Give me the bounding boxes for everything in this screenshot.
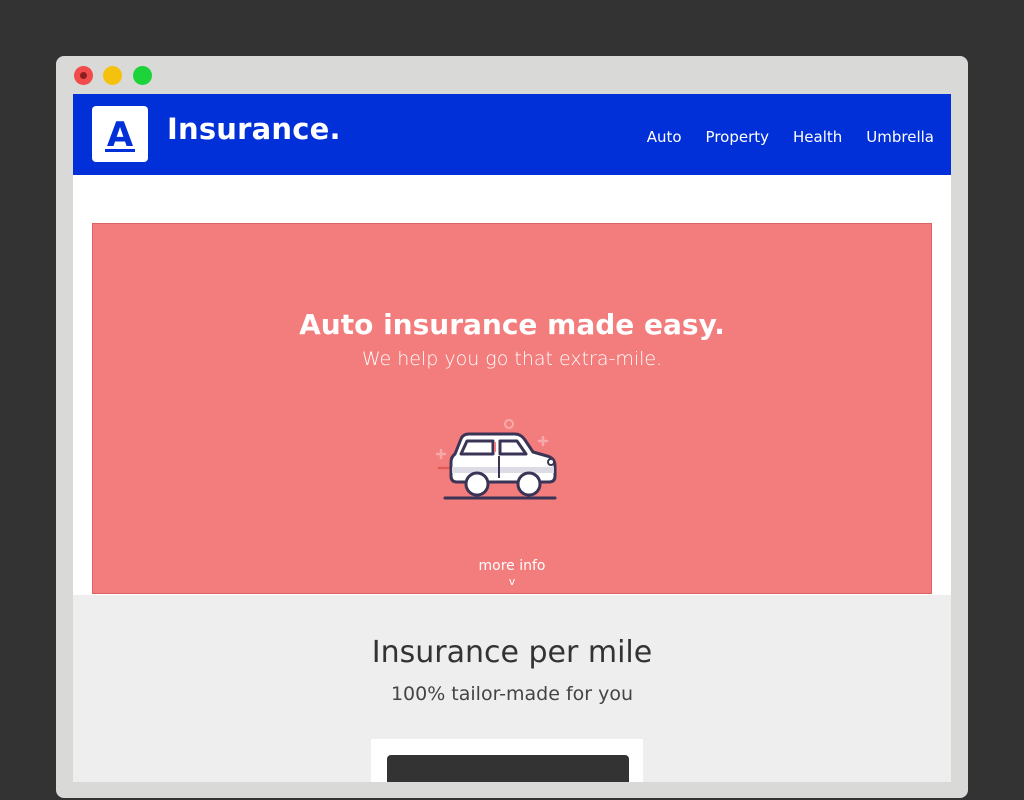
hero-subtitle: We help you go that extra-mile.	[361, 348, 663, 370]
logo[interactable]: A	[92, 106, 148, 162]
minimize-window-button[interactable]	[103, 66, 122, 85]
nav-item-auto[interactable]: Auto	[647, 128, 682, 146]
hero-title: Auto insurance made easy.	[299, 308, 725, 341]
calculator-panel[interactable]	[387, 755, 629, 782]
site-header: A Insurance. Auto Property Health Umbrel…	[73, 94, 951, 175]
page-viewport: A Insurance. Auto Property Health Umbrel…	[73, 94, 951, 782]
logo-underline	[105, 149, 135, 152]
nav-item-property[interactable]: Property	[706, 128, 769, 146]
more-info-link[interactable]: more info	[93, 558, 931, 574]
car-icon	[435, 419, 557, 500]
hero-frame: Auto insurance made easy. We help you go…	[73, 175, 951, 596]
nav-item-health[interactable]: Health	[793, 128, 842, 146]
logo-letter: A	[106, 115, 134, 155]
section-subtitle: 100% tailor-made for you	[390, 683, 634, 705]
calculator-card	[371, 739, 643, 782]
close-window-button[interactable]	[74, 66, 93, 85]
browser-window: A Insurance. Auto Property Health Umbrel…	[56, 56, 968, 798]
section-title: Insurance per mile	[371, 635, 653, 670]
per-mile-section: Insurance per mile 100% tailor-made for …	[73, 595, 951, 782]
hero-banner: Auto insurance made easy. We help you go…	[92, 223, 932, 594]
chevron-down-icon[interactable]: v	[93, 575, 931, 588]
maximize-window-button[interactable]	[133, 66, 152, 85]
brand-name[interactable]: Insurance.	[167, 112, 341, 146]
main-nav: Auto Property Health Umbrella	[623, 128, 934, 146]
nav-item-umbrella[interactable]: Umbrella	[866, 128, 934, 146]
